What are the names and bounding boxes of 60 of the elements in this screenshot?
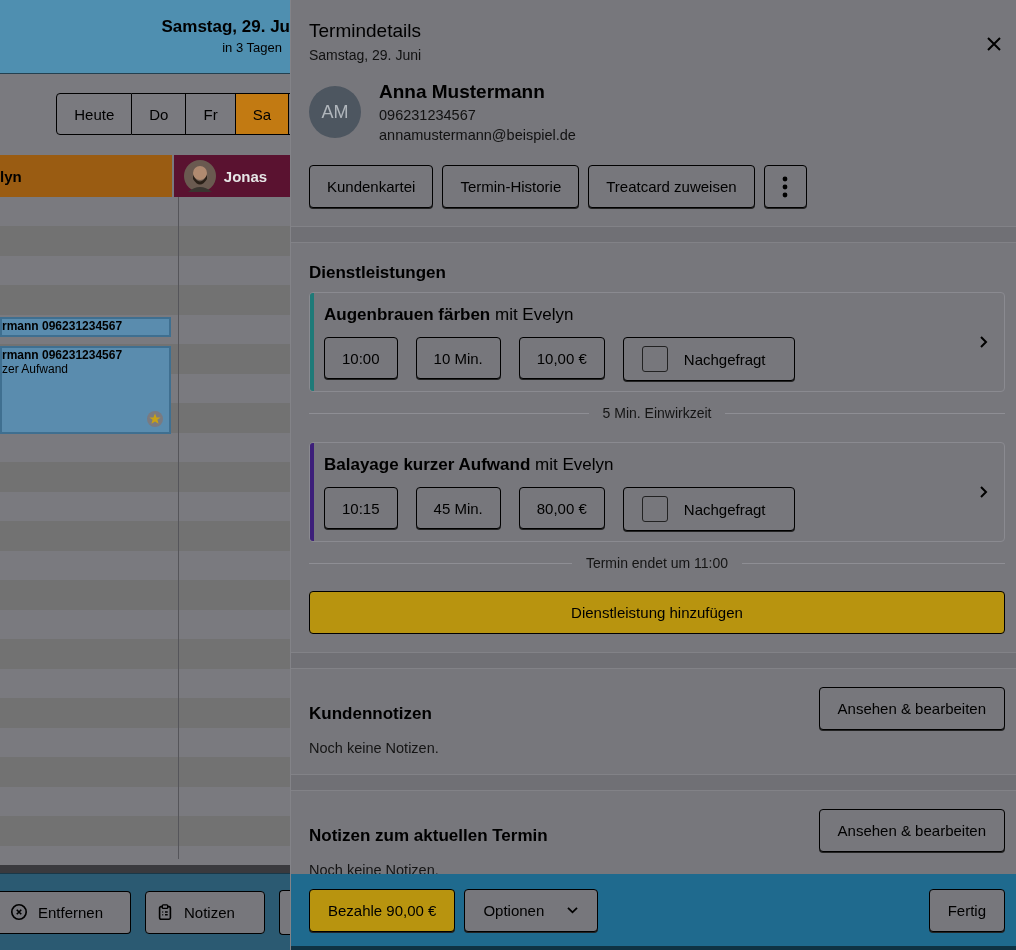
relative-date: in 3 Tagen bbox=[222, 40, 282, 55]
action-button[interactable]: Termin-Historie bbox=[442, 165, 580, 208]
pay-button[interactable]: Bezahle 90,00 € bbox=[309, 888, 456, 932]
edit-notes-button[interactable]: Ansehen & bearbeiten bbox=[818, 809, 1005, 852]
section-heading: Notizen zum aktuellen Termin bbox=[309, 825, 548, 846]
client-avatar: AM bbox=[309, 86, 361, 138]
panel-title: Termindetails bbox=[309, 20, 422, 42]
options-button[interactable]: Optionen bbox=[464, 888, 599, 932]
staff-name: Jonas bbox=[223, 167, 268, 185]
toolbar-button[interactable]: Notizen bbox=[145, 890, 265, 934]
service-title: Augenbrauen färben mit Evelyn bbox=[324, 305, 575, 325]
action-button[interactable]: Treatcard zuweisen bbox=[588, 165, 755, 208]
day-tab[interactable]: Fr bbox=[186, 93, 236, 135]
checkbox-button[interactable]: Nachgefragt bbox=[622, 337, 795, 381]
service-card[interactable]: Augenbrauen färben mit Evelyn 10:00 10 Min. 10,00 € Nachgefragt bbox=[309, 292, 1005, 392]
staff-name: lyn bbox=[0, 167, 22, 185]
calendar-column[interactable]: rmann 096231234567 rmann 096231234567 zer Aufwand bbox=[0, 197, 179, 859]
time-field[interactable]: 10:15 bbox=[324, 487, 398, 529]
appointment-block[interactable]: rmann 096231234567 zer Aufwand bbox=[0, 346, 171, 434]
more-button[interactable] bbox=[763, 165, 807, 208]
appointment-service: zer Aufwand bbox=[2, 363, 70, 375]
service-card[interactable]: Balayage kurzer Aufwand mit Evelyn 10:15 45 Min. 80,00 € Nachgefragt bbox=[309, 442, 1005, 542]
more-vertical-icon bbox=[782, 175, 789, 198]
add-service-button[interactable]: Dienstleistung hinzufügen bbox=[309, 591, 1005, 634]
chevron-right-icon bbox=[978, 485, 988, 499]
chevron-down-icon bbox=[566, 905, 580, 915]
panel-subtitle: Samstag, 29. Juni bbox=[309, 47, 423, 63]
section-heading: Dienstleistungen bbox=[309, 263, 447, 283]
client-name: Anna Mustermann bbox=[379, 81, 546, 103]
price-field[interactable]: 10,00 € bbox=[518, 337, 605, 379]
client-phone: 096231234567 bbox=[379, 107, 477, 123]
checkbox[interactable] bbox=[641, 496, 668, 522]
price-field[interactable]: 80,00 € bbox=[518, 487, 605, 529]
appointment-title: rmann 096231234567 bbox=[2, 319, 124, 334]
duration-field[interactable]: 10 Min. bbox=[415, 337, 501, 379]
edit-notes-button[interactable]: Ansehen & bearbeiten bbox=[818, 687, 1005, 730]
timeline-note: 5 Min. Einwirkzeit bbox=[602, 405, 712, 421]
day-tab[interactable]: Do bbox=[132, 93, 187, 135]
time-field[interactable]: 10:00 bbox=[324, 337, 398, 379]
timeline-note: Termin endet um 11:00 bbox=[585, 555, 729, 571]
client-email: annamustermann@beispiel.de bbox=[379, 127, 576, 143]
appointment-title: rmann 096231234567 bbox=[2, 348, 124, 363]
service-title: Balayage kurzer Aufwand mit Evelyn bbox=[324, 455, 615, 475]
toolbar-button[interactable]: Entfernen bbox=[0, 890, 131, 934]
chevron-right-icon bbox=[978, 335, 988, 349]
day-tab[interactable]: Sa bbox=[235, 93, 289, 135]
checkbox[interactable] bbox=[641, 346, 668, 372]
checkbox-button[interactable]: Nachgefragt bbox=[622, 487, 795, 531]
section-heading: Kundennotizen bbox=[309, 703, 432, 724]
day-tab[interactable]: Heute bbox=[56, 93, 133, 135]
close-circle-icon bbox=[10, 903, 28, 921]
appointment-block[interactable]: rmann 096231234567 bbox=[0, 317, 171, 337]
calendar-date: Samstag, 29. Ju bbox=[161, 17, 290, 37]
clipboard-icon bbox=[156, 903, 174, 921]
done-button[interactable]: Fertig bbox=[928, 888, 1005, 932]
action-button[interactable]: Kundenkartei bbox=[309, 165, 434, 208]
notes-text: Noch keine Notizen. bbox=[309, 740, 440, 756]
close-icon bbox=[986, 36, 1002, 52]
scrollbar[interactable] bbox=[0, 865, 290, 873]
duration-field[interactable]: 45 Min. bbox=[415, 487, 501, 529]
